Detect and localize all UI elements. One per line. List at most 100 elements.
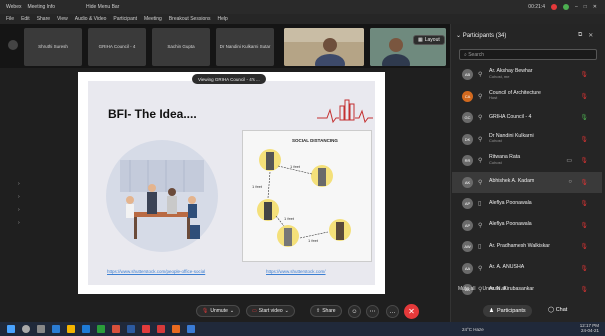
word-icon[interactable] xyxy=(127,325,135,333)
participants-button[interactable]: ♟ Participants xyxy=(483,305,532,317)
mic-muted-icon[interactable]: 🎙 xyxy=(580,265,588,272)
chevron-down-icon[interactable]: ⌄ xyxy=(456,33,461,39)
participant-row[interactable]: AB ⚲ Ar. Akshay Bewhar Cohost, me 🎙 xyxy=(452,64,602,86)
avatar: AP xyxy=(462,198,473,210)
reactions-icon[interactable]: ☺ xyxy=(348,305,361,318)
participant-row[interactable]: AW ▯ Ar. Pradhamesh Walkiskar 🎙 xyxy=(452,236,602,258)
unmute-all-button[interactable]: Unmute all xyxy=(483,286,507,292)
mic-muted-icon[interactable]: 🎙 xyxy=(580,93,588,100)
menu-audio-video[interactable]: Audio & Video xyxy=(75,16,107,22)
participant-camera[interactable] xyxy=(284,28,364,66)
participant-list: AB ⚲ Ar. Akshay Bewhar Cohost, me 🎙 CA ⚲ … xyxy=(452,64,602,301)
chat-button[interactable]: ◯ Chat xyxy=(548,307,567,313)
participant-row[interactable]: AP ⚲ Aleflya Poonawala 🎙 xyxy=(452,215,602,237)
menu-view[interactable]: View xyxy=(57,16,68,22)
layout-button[interactable]: ▦ Layout xyxy=(413,35,445,45)
avatar: AP xyxy=(462,219,473,231)
participant-row[interactable]: GC ⚲ GRIHA Council - 4 🎙 xyxy=(452,107,602,129)
menu-breakout[interactable]: Breakout Sessions xyxy=(169,16,211,22)
apps-icon[interactable]: ⋯ xyxy=(366,305,379,318)
video-tile[interactable]: Sachin Gupta xyxy=(152,28,210,66)
close-icon[interactable]: ✕ xyxy=(593,4,597,10)
mic-muted-icon[interactable]: 🎙 xyxy=(580,200,588,207)
avatar: AA xyxy=(462,262,473,274)
participant-row[interactable]: CA ⚲ Council of Architecture Host 🎙 xyxy=(452,86,602,108)
mic-muted-icon[interactable]: 🎙 xyxy=(580,286,588,293)
powerpoint-icon[interactable] xyxy=(112,325,120,333)
mic-muted-icon[interactable]: 🎙 xyxy=(580,71,588,78)
participant-name: Ar. Pradhamesh Walkiskar xyxy=(489,242,550,249)
menu-file[interactable]: File xyxy=(6,16,14,22)
windows-start-icon[interactable] xyxy=(7,325,15,333)
panel-controls: ⧉ ✕ xyxy=(578,32,593,39)
video-tile[interactable]: GRIHA Council - 4 xyxy=(88,28,146,66)
menu-edit[interactable]: Edit xyxy=(21,16,30,22)
device-icon: ▯ xyxy=(478,244,482,251)
popout-icon[interactable]: ⧉ xyxy=(578,32,582,39)
mail-icon[interactable] xyxy=(82,325,90,333)
excel-icon[interactable] xyxy=(97,325,105,333)
social-distancing-title: SOCIAL DISTANCING xyxy=(292,138,338,143)
viewing-indicator[interactable]: Viewing GRIHA Council - 4's ... xyxy=(192,74,266,84)
menu-meeting[interactable]: Meeting xyxy=(144,16,162,22)
image-source-link[interactable]: https://www.shutterstock.com/people-offi… xyxy=(107,269,205,274)
close-panel-icon[interactable]: ✕ xyxy=(588,32,593,39)
chevron-down-icon[interactable]: ⌄ xyxy=(230,308,234,314)
avatar: DK xyxy=(462,133,473,145)
camera-icon[interactable]: ○ xyxy=(568,179,572,185)
menu-participant[interactable]: Participant xyxy=(113,16,137,22)
participant-search-input[interactable]: ⌕ Search xyxy=(459,49,597,60)
minimize-icon[interactable]: – xyxy=(575,4,578,10)
acrobat-icon[interactable] xyxy=(142,325,150,333)
search-icon[interactable] xyxy=(22,325,30,333)
menu-help[interactable]: Help xyxy=(218,16,228,22)
app-icon[interactable] xyxy=(172,325,180,333)
participant-camera[interactable] xyxy=(370,28,446,66)
image-source-link[interactable]: https://www.shutterstock.com/ xyxy=(266,269,326,274)
chevron-down-icon[interactable]: ⌄ xyxy=(285,308,289,314)
mic-muted-icon[interactable]: 🎙 xyxy=(580,243,588,250)
participant-row[interactable]: AP ▯ Aleflya Poonawala 🎙 xyxy=(452,193,602,215)
participant-row[interactable]: AK ⚲ Abhishek A. Kadam ○ 🎙 xyxy=(452,171,602,193)
hide-menu-bar-button[interactable]: Hide Menu Bar xyxy=(86,4,119,10)
maximize-icon[interactable]: □ xyxy=(584,4,587,10)
app-icon[interactable] xyxy=(157,325,165,333)
mic-muted-icon: 🎙 xyxy=(202,308,209,314)
file-explorer-icon[interactable] xyxy=(67,325,75,333)
video-tile[interactable]: Dr Nandini Kulkarni Sutar xyxy=(216,28,274,66)
edge-browser-icon[interactable] xyxy=(52,325,60,333)
office-meeting-illustration xyxy=(106,140,218,252)
city-pulse-icon xyxy=(317,99,373,124)
meeting-info-link[interactable]: Meeting Info xyxy=(27,4,55,10)
participant-row[interactable]: RR ⚲ Ritwana Rata Cohost ▭ 🎙 xyxy=(452,150,602,172)
scroll-left-icon[interactable] xyxy=(8,40,18,50)
mic-muted-icon[interactable]: 🎙 xyxy=(580,179,588,186)
status-icon: ⚲ xyxy=(478,136,483,143)
distance-label: 1 feet xyxy=(290,164,301,169)
mic-muted-icon[interactable]: 🎙 xyxy=(580,136,588,143)
device-icon: ▯ xyxy=(478,201,482,208)
mute-all-button[interactable]: Mute all xyxy=(458,286,476,292)
participant-name: Aleflya Poonawala xyxy=(489,199,532,206)
unmute-button[interactable]: 🎙 Unmute ⌄ xyxy=(196,305,241,317)
share-button[interactable]: ⇧ Share xyxy=(310,305,342,317)
mic-muted-icon[interactable]: 🎙 xyxy=(580,222,588,229)
more-options-icon[interactable]: … xyxy=(386,305,399,318)
mic-muted-icon[interactable]: 🎙 xyxy=(580,157,588,164)
system-clock[interactable]: 12:17 PM 24-04-21 xyxy=(580,323,599,333)
mic-on-icon[interactable]: 🎙 xyxy=(580,114,588,121)
participant-row[interactable]: DK ⚲ Dr Nandini Kulkarni Cohost 🎙 xyxy=(452,129,602,151)
webex-icon[interactable] xyxy=(187,325,195,333)
video-tile[interactable]: Shruthi Suresh xyxy=(24,28,82,66)
participant-role: Cohost xyxy=(489,159,502,165)
menu-share[interactable]: Share xyxy=(37,16,50,22)
leave-meeting-button[interactable]: ✕ xyxy=(404,304,419,319)
participants-panel-title[interactable]: ⌄ Participants (34) xyxy=(456,32,506,39)
task-view-icon[interactable] xyxy=(37,325,45,333)
participant-row[interactable]: AA ⚲ Ar. A. ANUSHA 🎙 xyxy=(452,258,602,280)
avatar: AK xyxy=(462,176,473,188)
participant-name: Abhishek A. Kadam xyxy=(489,178,535,185)
start-video-button[interactable]: ▭ Start video ⌄ xyxy=(246,305,295,317)
camera-icon[interactable]: ▭ xyxy=(566,157,572,164)
weather-widget[interactable]: 24°C Haze xyxy=(462,327,484,332)
